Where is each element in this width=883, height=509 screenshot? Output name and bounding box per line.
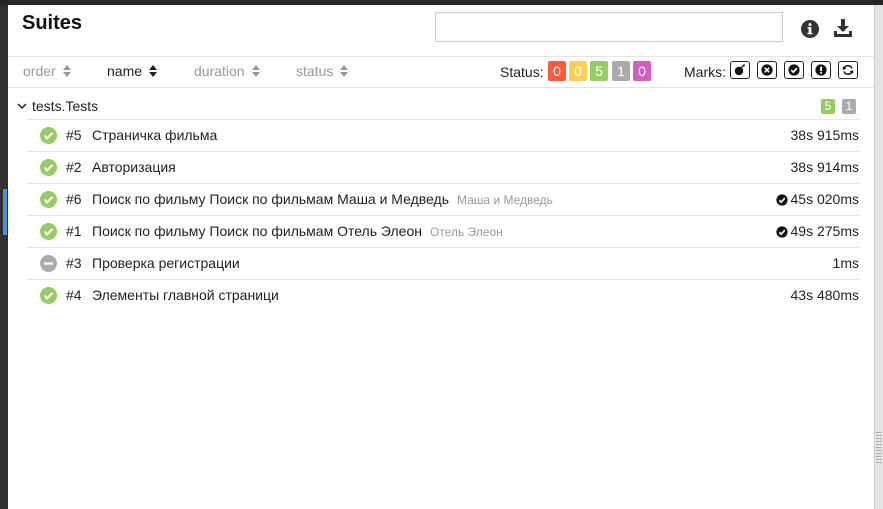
- test-name-text: Проверка регистрации: [92, 255, 240, 271]
- test-number: #2: [66, 159, 82, 175]
- test-duration-text: 45s 020ms: [790, 191, 859, 207]
- status-passed-badge[interactable]: 5: [590, 61, 608, 81]
- sort-arrows-icon: [251, 64, 260, 80]
- selection-indicator: [3, 189, 7, 235]
- test-duration: 38s 914ms: [791, 159, 859, 175]
- test-duration: 43s 480ms: [791, 287, 859, 303]
- right-scrollbar[interactable]: [874, 5, 883, 509]
- sort-name-label: name: [107, 63, 143, 79]
- marks-label: Marks:: [684, 64, 726, 80]
- check-circle-icon: [40, 159, 57, 181]
- mark-new-failed-button[interactable]: [757, 61, 777, 79]
- status-unknown-badge[interactable]: 0: [633, 61, 651, 81]
- bomb-icon: [734, 64, 745, 76]
- check-circle-icon: [40, 223, 57, 245]
- test-number: #5: [66, 127, 82, 143]
- left-side-panel: [0, 5, 8, 509]
- test-duration-text: 43s 480ms: [790, 287, 859, 303]
- test-number: #6: [66, 191, 82, 207]
- suite-passed-count-badge: 5: [821, 99, 835, 114]
- close-circle-icon: [761, 64, 773, 76]
- check-circle-icon: [40, 191, 57, 213]
- status-skipped-badge[interactable]: 1: [612, 61, 630, 81]
- suites-panel: Suites order name duration status Status…: [8, 5, 874, 509]
- test-row[interactable]: #1 Поиск по фильму Поиск по фильмам Отель…: [26, 215, 859, 247]
- status-filter-label: Status:: [500, 64, 544, 80]
- sort-order[interactable]: order: [23, 63, 71, 80]
- sort-duration-label: duration: [194, 63, 245, 79]
- suite-group-row[interactable]: tests.Tests 5 1: [8, 91, 874, 119]
- test-name: Страничка фильма: [92, 127, 217, 143]
- test-duration-text: 38s 914ms: [790, 159, 859, 175]
- mark-new-passed-button[interactable]: [784, 61, 804, 79]
- mark-flaky-button[interactable]: [730, 61, 750, 79]
- test-row[interactable]: #6 Поиск по фильму Поиск по фильмам Маша …: [26, 183, 859, 215]
- sort-status-label: status: [296, 63, 334, 79]
- test-name: Элементы главной страници: [92, 287, 279, 303]
- check-circle-mark-icon: [775, 194, 788, 206]
- test-name: Проверка регистрации: [92, 255, 240, 271]
- test-name-text: Элементы главной страници: [92, 287, 279, 303]
- test-duration: 49s 275ms: [775, 223, 859, 239]
- suite-skipped-count-badge: 1: [842, 99, 856, 114]
- download-button[interactable]: [832, 17, 854, 39]
- sort-name[interactable]: name: [107, 63, 158, 80]
- test-name: Авторизация: [92, 159, 176, 175]
- test-duration: 38s 915ms: [791, 127, 859, 143]
- sort-bar: order name duration status Status: 0 0 5…: [8, 56, 874, 88]
- test-number: #3: [66, 255, 82, 271]
- sort-arrows-icon: [62, 64, 71, 80]
- test-row[interactable]: #3 Проверка регистрации 1ms: [26, 247, 859, 279]
- test-duration: 1ms: [833, 255, 859, 271]
- minus-circle-icon: [40, 255, 57, 277]
- sort-status[interactable]: status: [296, 63, 349, 80]
- status-broken-badge[interactable]: 0: [569, 61, 587, 81]
- chevron-down-icon: [17, 98, 27, 116]
- test-row[interactable]: #5 Страничка фильма 38s 915ms: [26, 119, 859, 151]
- suite-name: tests.Tests: [32, 98, 99, 114]
- test-row[interactable]: #4 Элементы главной страници 43s 480ms: [26, 279, 859, 311]
- check-circle-icon: [40, 287, 57, 309]
- status-failed-badge[interactable]: 0: [548, 61, 566, 81]
- sort-arrows-icon: [340, 64, 349, 80]
- check-circle-icon: [788, 64, 800, 76]
- test-duration-text: 49s 275ms: [790, 223, 859, 239]
- test-duration-text: 1ms: [832, 255, 859, 271]
- mark-new-broken-button[interactable]: [811, 61, 831, 79]
- sort-arrows-icon: [149, 64, 158, 80]
- test-name-text: Поиск по фильму Поиск по фильмам Маша и …: [92, 191, 449, 207]
- test-parameter: Маша и Медведь: [457, 193, 553, 207]
- sort-duration[interactable]: duration: [194, 63, 260, 80]
- test-duration-text: 38s 915ms: [790, 127, 859, 143]
- resize-grip[interactable]: [876, 430, 882, 464]
- test-name-text: Страничка фильма: [92, 127, 218, 143]
- refresh-icon: [842, 65, 854, 75]
- info-button[interactable]: [800, 19, 820, 39]
- test-row[interactable]: #2 Авторизация 38s 914ms: [26, 151, 859, 183]
- test-name-text: Поиск по фильму Поиск по фильмам Отель Э…: [92, 223, 422, 239]
- test-number: #1: [66, 223, 82, 239]
- test-name: Поиск по фильму Поиск по фильмам Маша и …: [92, 191, 553, 207]
- sort-order-label: order: [23, 63, 56, 79]
- search-input[interactable]: [435, 12, 783, 42]
- test-parameter: Отель Элеон: [429, 225, 503, 239]
- page-title: Suites: [22, 12, 83, 34]
- exclamation-circle-icon: [815, 64, 827, 76]
- mark-retries-button[interactable]: [838, 61, 858, 79]
- test-number: #4: [66, 287, 82, 303]
- info-icon: [801, 20, 819, 38]
- check-circle-icon: [40, 127, 57, 149]
- check-circle-mark-icon: [775, 226, 788, 238]
- test-name-text: Авторизация: [92, 159, 176, 175]
- download-icon: [834, 19, 852, 37]
- test-name: Поиск по фильму Поиск по фильмам Отель Э…: [92, 223, 503, 239]
- test-duration: 45s 020ms: [775, 191, 859, 207]
